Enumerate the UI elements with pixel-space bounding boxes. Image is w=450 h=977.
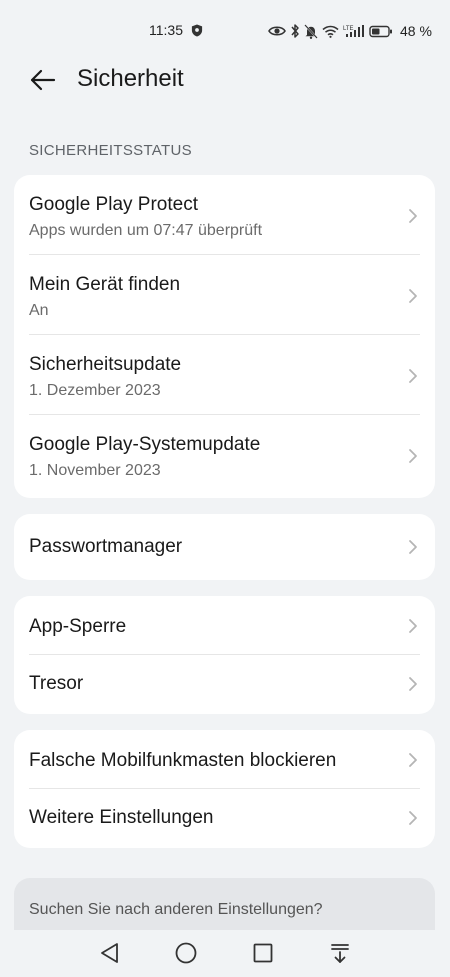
section-label: SICHERHEITSSTATUS (29, 142, 192, 159)
password-manager-card: Passwortmanager (14, 514, 435, 580)
search-prompt: Suchen Sie nach anderen Einstellungen? (29, 901, 323, 918)
chevron-right-icon (409, 753, 417, 767)
item-subtitle: An (29, 302, 49, 319)
item-subtitle: 1. Dezember 2023 (29, 382, 161, 399)
item-title: App-Sperre (29, 616, 127, 637)
home-circle-icon[interactable] (173, 940, 199, 966)
item-title: Google Play-Systemupdate (29, 434, 261, 455)
shield-icon (191, 24, 203, 37)
status-time: 11:35 (149, 22, 183, 38)
security-status-card: Google Play Protect Apps wurden um 07:47… (14, 175, 435, 498)
item-title: Weitere Einstellungen (29, 807, 214, 828)
item-title: Sicherheitsupdate (29, 354, 182, 375)
chevron-right-icon (409, 289, 417, 303)
battery-icon (369, 25, 392, 37)
system-nav-bar (0, 930, 450, 977)
list-item-play-system-update[interactable]: Google Play-Systemupdate 1. November 202… (14, 415, 435, 495)
item-subtitle: 1. November 2023 (29, 462, 161, 479)
item-subtitle: Apps wurden um 07:47 überprüft (29, 222, 263, 239)
status-bar: 11:35 LTE 48 % (0, 0, 450, 62)
list-item-find-my-device[interactable]: Mein Gerät finden An (14, 255, 435, 335)
list-item-security-update[interactable]: Sicherheitsupdate 1. Dezember 2023 (14, 335, 435, 415)
notification-pulldown-icon[interactable] (327, 940, 353, 966)
lte-signal-icon: LTE (343, 25, 364, 37)
status-icons: LTE 48 % (268, 22, 432, 40)
chevron-right-icon (409, 449, 417, 463)
chevron-right-icon (409, 209, 417, 223)
back-triangle-icon[interactable] (97, 940, 123, 966)
wifi-icon (322, 25, 339, 38)
arrow-left-icon[interactable] (28, 65, 58, 95)
svg-text:LTE: LTE (343, 26, 354, 32)
item-title: Falsche Mobilfunkmasten blockieren (29, 750, 337, 771)
list-item-app-lock[interactable]: App-Sperre (14, 596, 435, 655)
list-item-password-manager[interactable]: Passwortmanager (14, 514, 435, 580)
silent-icon (304, 23, 318, 39)
bluetooth-icon (291, 24, 299, 38)
list-item-safe[interactable]: Tresor (14, 655, 435, 714)
app-header: Sicherheit (0, 62, 450, 98)
list-item-more-settings[interactable]: Weitere Einstellungen (14, 789, 435, 848)
chevron-right-icon (409, 677, 417, 691)
app-lock-card: App-Sperre Tresor (14, 596, 435, 714)
chevron-right-icon (409, 540, 417, 554)
recents-square-icon[interactable] (250, 940, 276, 966)
battery-percent: 48 % (400, 23, 432, 39)
item-title: Google Play Protect (29, 194, 198, 215)
more-settings-card: Falsche Mobilfunkmasten blockieren Weite… (14, 730, 435, 848)
chevron-right-icon (409, 619, 417, 633)
list-item-google-play-protect[interactable]: Google Play Protect Apps wurden um 07:47… (14, 175, 435, 255)
item-title: Mein Gerät finden (29, 274, 181, 295)
eye-icon (268, 26, 286, 36)
settings-screen: 11:35 LTE 48 % Sicherheit SICHERHEITSSTA… (0, 0, 450, 977)
page-title: Sicherheit (77, 65, 184, 92)
item-title: Passwortmanager (29, 536, 183, 557)
chevron-right-icon (409, 811, 417, 825)
chevron-right-icon (409, 369, 417, 383)
list-item-block-fake-towers[interactable]: Falsche Mobilfunkmasten blockieren (14, 730, 435, 789)
item-title: Tresor (29, 673, 84, 694)
